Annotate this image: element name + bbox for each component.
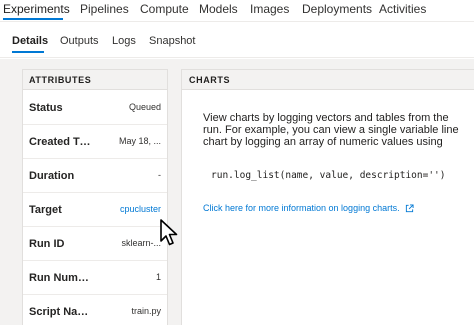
attribute-name: Duration xyxy=(29,170,75,182)
charts-panel: CHARTS View charts by logging vectors an… xyxy=(181,69,474,325)
attribute-name: Run ID xyxy=(29,238,65,250)
attribute-name: Target xyxy=(29,204,62,216)
logging-charts-link[interactable]: Click here for more information on loggi… xyxy=(203,203,414,213)
attribute-name: Script Name xyxy=(29,306,91,318)
attribute-row-created-time: Created Ti... May 18, ... xyxy=(23,125,167,159)
nav-tab-experiments[interactable]: Experiments xyxy=(3,2,70,16)
nav-tab-deployments[interactable]: Deployments xyxy=(302,2,372,16)
nav-tab-images[interactable]: Images xyxy=(250,2,289,16)
target-link[interactable]: cpucluster xyxy=(95,204,161,214)
attribute-name: Status xyxy=(29,102,63,114)
nav-tab-activities[interactable]: Activities xyxy=(379,2,426,16)
attributes-panel: ATTRIBUTES Status Queued Created Ti... M… xyxy=(22,69,168,325)
attribute-value: May 18, ... xyxy=(118,136,161,146)
charts-header: CHARTS xyxy=(182,70,474,90)
attribute-value: Queued xyxy=(128,102,161,112)
attributes-title: ATTRIBUTES xyxy=(29,75,92,85)
attribute-row-run-id: Run ID sklearn-... xyxy=(23,227,167,261)
tab-details[interactable]: Details xyxy=(12,35,48,47)
run-sub-navigation: Details Outputs Logs Snapshot xyxy=(0,22,474,58)
top-navigation: Experiments Pipelines Compute Models Ima… xyxy=(0,0,474,22)
tab-logs[interactable]: Logs xyxy=(112,35,136,47)
attribute-row-script-name: Script Name train.py xyxy=(23,295,167,325)
active-tab-indicator xyxy=(3,18,63,20)
attribute-value: - xyxy=(158,170,161,180)
nav-tab-models[interactable]: Models xyxy=(199,2,238,16)
charts-title: CHARTS xyxy=(189,75,231,85)
open-in-new-icon[interactable] xyxy=(405,204,414,213)
attribute-row-run-number: Run Number 1 xyxy=(23,261,167,295)
attribute-row-status: Status Queued xyxy=(23,91,167,125)
mouse-pointer-icon xyxy=(160,219,178,246)
active-subtab-indicator xyxy=(12,51,44,53)
attribute-row-target: Target cpucluster xyxy=(23,193,167,227)
attribute-name: Created Ti... xyxy=(29,136,91,148)
attribute-name: Run Number xyxy=(29,272,91,284)
attribute-row-duration: Duration - xyxy=(23,159,167,193)
code-example: run.log_list(name, value, description=''… xyxy=(211,170,446,181)
attributes-header: ATTRIBUTES xyxy=(23,70,167,90)
attribute-value: train.py xyxy=(131,306,161,316)
attribute-value: sklearn-... xyxy=(121,238,161,248)
logging-charts-link-text[interactable]: Click here for more information on loggi… xyxy=(203,203,400,213)
nav-tab-pipelines[interactable]: Pipelines xyxy=(80,2,129,16)
tab-outputs[interactable]: Outputs xyxy=(60,35,99,47)
nav-tab-compute[interactable]: Compute xyxy=(140,2,189,16)
tab-snapshot[interactable]: Snapshot xyxy=(149,35,195,47)
attribute-value: 1 xyxy=(155,272,161,282)
charts-description: View charts by logging vectors and table… xyxy=(203,112,459,148)
